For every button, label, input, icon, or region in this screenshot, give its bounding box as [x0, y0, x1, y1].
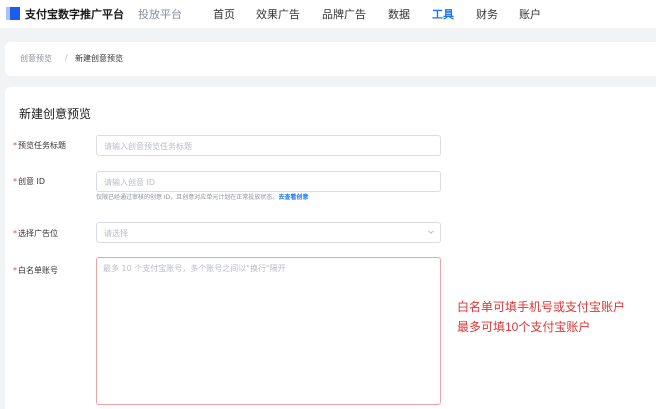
whitelist-label: *白名单账号 — [13, 266, 58, 275]
nav-item-performance-ads[interactable]: 效果广告 — [256, 6, 300, 22]
brand-title: 支付宝数字推广平台 — [25, 8, 124, 21]
nav-item-account[interactable]: 账户 — [519, 6, 541, 22]
nav-item-brand-ads[interactable]: 品牌广告 — [322, 6, 366, 22]
create-preview-form: 新建创意预览 *预览任务标题 请输入创意预览任务标题 *创意 ID 请输入创意 … — [5, 87, 656, 409]
required-mark: * — [13, 229, 17, 238]
platform-name: 投放平台 — [138, 8, 182, 21]
view-creatives-link[interactable]: 去查看创意 — [278, 194, 308, 201]
nav-item-finance[interactable]: 财务 — [476, 6, 498, 22]
ad-slot-placeholder: 请选择 — [104, 229, 128, 238]
nav-item-tools[interactable]: 工具 — [432, 6, 454, 22]
required-mark: * — [13, 266, 17, 275]
required-mark: * — [13, 141, 17, 150]
annotation-line-2: 最多可填10个支付宝账户 — [457, 320, 591, 334]
breadcrumb-parent-link[interactable]: 创意预览 — [20, 53, 52, 64]
task-title-label: *预览任务标题 — [13, 141, 66, 150]
ad-slot-label: *选择广告位 — [13, 229, 58, 238]
breadcrumb-current: 新建创意预览 — [75, 54, 123, 63]
required-mark: * — [13, 177, 17, 186]
whitelist-textarea[interactable]: 最多 10 个支付宝账号，多个账号之间以"换行"隔开 — [96, 257, 441, 405]
creative-id-input[interactable]: 请输入创意 ID — [96, 171, 441, 192]
brand-logo-icon — [6, 7, 20, 20]
creative-id-hint: 仅限已经通过审核的创意 ID，且创意对应单元计划在正常投放状态。去查看创意 — [96, 192, 308, 201]
page-title: 新建创意预览 — [19, 107, 92, 121]
chevron-down-icon — [428, 230, 434, 234]
nav-item-home[interactable]: 首页 — [213, 6, 235, 22]
ad-slot-select[interactable]: 请选择 — [96, 222, 441, 243]
top-navigation-bar: 支付宝数字推广平台 投放平台 首页 效果广告 品牌广告 数据 工具 财务 账户 — [0, 0, 656, 28]
annotation-line-1: 白名单可填手机号或支付宝账户 — [457, 300, 626, 314]
nav-item-data[interactable]: 数据 — [388, 6, 410, 22]
breadcrumb-separator: / — [65, 53, 68, 62]
creative-id-label: *创意 ID — [13, 177, 46, 186]
creative-id-hint-text: 仅限已经通过审核的创意 ID，且创意对应单元计划在正常投放状态。 — [96, 194, 279, 201]
task-title-input[interactable]: 请输入创意预览任务标题 — [96, 135, 441, 156]
breadcrumb: 创意预览 / 新建创意预览 — [5, 42, 656, 76]
